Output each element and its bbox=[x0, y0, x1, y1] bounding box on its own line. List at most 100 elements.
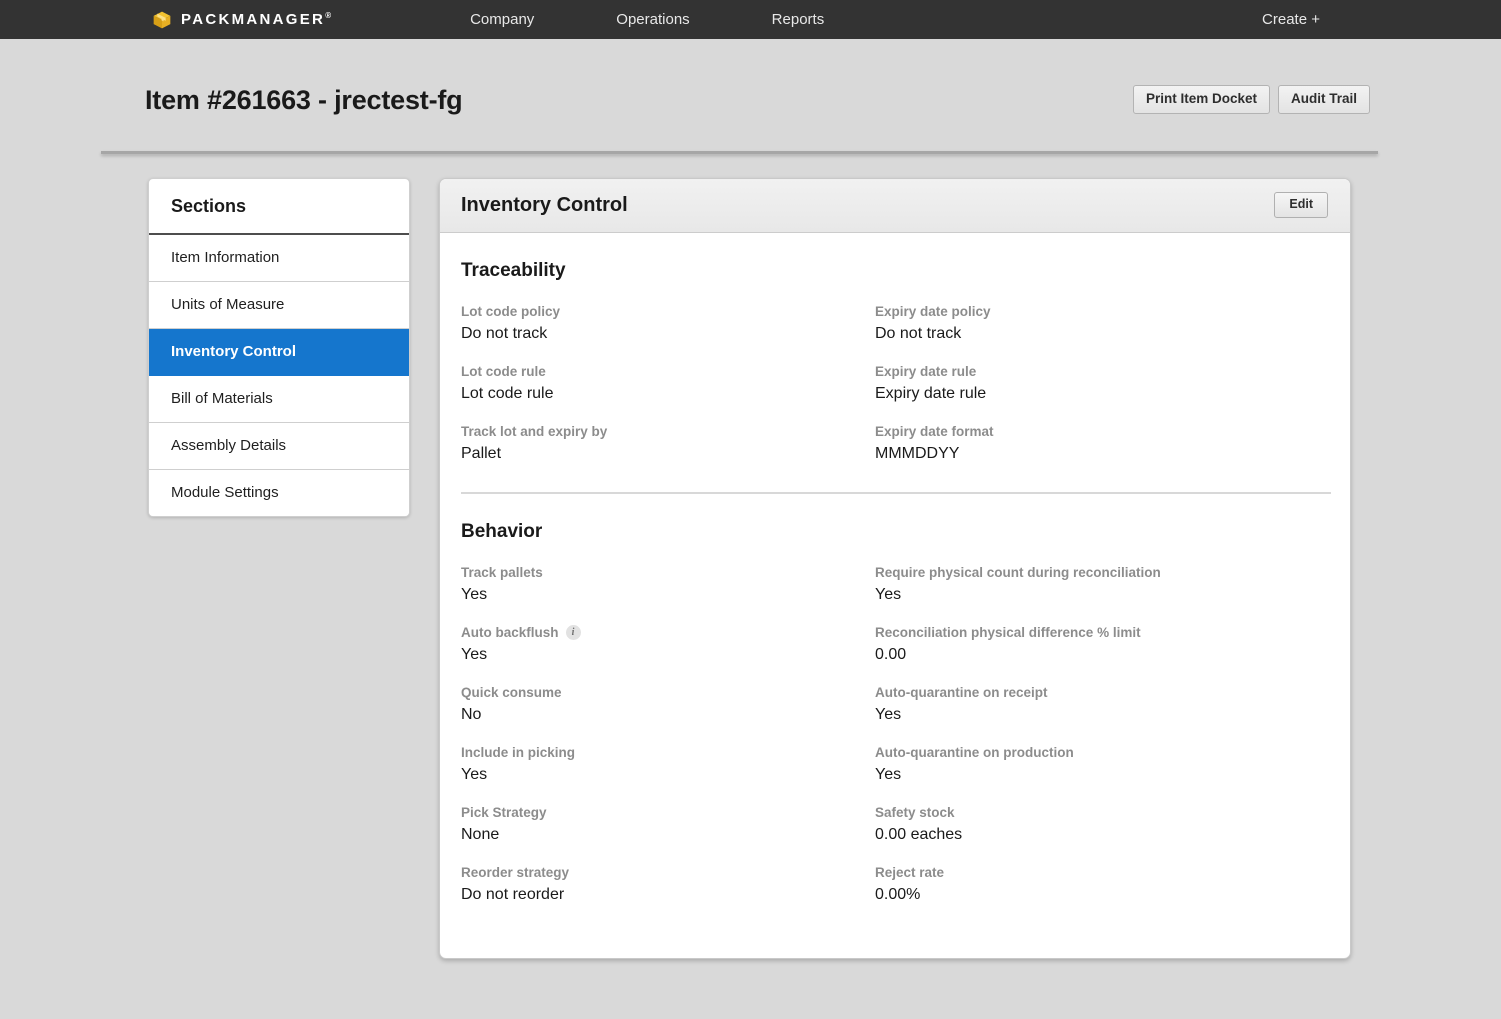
brand-trademark: ® bbox=[325, 11, 332, 20]
field-auto-quarantine-on-production: Auto-quarantine on production Yes bbox=[875, 745, 1329, 784]
label-text: Include in picking bbox=[461, 745, 576, 760]
panel-body: Traceability Lot code policy Do not trac… bbox=[440, 233, 1350, 958]
nav-link-reports[interactable]: Reports bbox=[752, 11, 845, 28]
field-reject-rate: Reject rate 0.00% bbox=[875, 865, 1329, 904]
field-pick-strategy: Pick Strategy None bbox=[461, 805, 875, 844]
label-text: Quick consume bbox=[461, 685, 562, 700]
sidebar-item-module-settings[interactable]: Module Settings bbox=[149, 470, 409, 516]
edit-button[interactable]: Edit bbox=[1274, 192, 1328, 218]
field-label: Include in picking bbox=[461, 745, 875, 760]
field-auto-backflush: Auto backflush i Yes bbox=[461, 625, 875, 664]
group-title-behavior: Behavior bbox=[461, 521, 543, 542]
field-value: No bbox=[461, 706, 482, 723]
field-value: MMMDDYY bbox=[875, 445, 960, 462]
field-expiry-date-policy: Expiry date policy Do not track bbox=[875, 304, 1329, 343]
field-label: Track pallets bbox=[461, 565, 875, 580]
label-text: Auto-quarantine on production bbox=[875, 745, 1074, 760]
primary-nav: Company Operations Reports bbox=[450, 11, 844, 28]
field-value: Yes bbox=[875, 586, 902, 603]
brand-name: PACKMANAGER® bbox=[181, 11, 332, 28]
field-value: Yes bbox=[461, 646, 488, 663]
sidebar-item-assembly-details[interactable]: Assembly Details bbox=[149, 423, 409, 470]
field-label: Track lot and expiry by bbox=[461, 424, 875, 439]
label-text: Pick Strategy bbox=[461, 805, 547, 820]
field-label: Lot code policy bbox=[461, 304, 875, 319]
page-header-actions: Print Item Docket Audit Trail bbox=[1132, 85, 1370, 114]
field-lot-code-rule: Lot code rule Lot code rule bbox=[461, 364, 875, 403]
package-box-icon bbox=[153, 11, 171, 28]
label-text: Reorder strategy bbox=[461, 865, 570, 880]
field-reconciliation-physical-difference-limit: Reconciliation physical difference % lim… bbox=[875, 625, 1329, 664]
page-content: Sections Item Information Units of Measu… bbox=[0, 154, 1501, 959]
label-text: Expiry date format bbox=[875, 424, 994, 439]
label-text: Reject rate bbox=[875, 865, 945, 880]
label-text: Expiry date rule bbox=[875, 364, 977, 379]
traceability-fields: Lot code policy Do not track Expiry date… bbox=[461, 304, 1329, 463]
field-label: Quick consume bbox=[461, 685, 875, 700]
field-value: 0.00 eaches bbox=[875, 826, 963, 843]
create-menu-button[interactable]: Create + bbox=[1262, 11, 1320, 28]
field-value: Pallet bbox=[461, 445, 502, 462]
field-value: Yes bbox=[461, 586, 488, 603]
label-text: Track lot and expiry by bbox=[461, 424, 608, 439]
label-text: Lot code policy bbox=[461, 304, 561, 319]
field-expiry-date-rule: Expiry date rule Expiry date rule bbox=[875, 364, 1329, 403]
field-label: Lot code rule bbox=[461, 364, 875, 379]
page-header: Item #261663 - jrectest-fg Print Item Do… bbox=[0, 39, 1501, 151]
field-value: Do not track bbox=[461, 325, 548, 342]
info-icon[interactable]: i bbox=[565, 625, 581, 640]
field-quick-consume: Quick consume No bbox=[461, 685, 875, 724]
field-value: 0.00 bbox=[875, 646, 907, 663]
field-label: Require physical count during reconcilia… bbox=[875, 565, 1329, 580]
field-label: Reject rate bbox=[875, 865, 1329, 880]
print-item-docket-button[interactable]: Print Item Docket bbox=[1132, 85, 1270, 114]
field-label: Expiry date rule bbox=[875, 364, 1329, 379]
field-value: Lot code rule bbox=[461, 385, 554, 402]
field-value: None bbox=[461, 826, 500, 843]
field-label: Expiry date policy bbox=[875, 304, 1329, 319]
nav-link-operations[interactable]: Operations bbox=[596, 11, 709, 28]
label-text: Auto-quarantine on receipt bbox=[875, 685, 1048, 700]
panel-title: Inventory Control bbox=[461, 194, 628, 216]
field-require-physical-count-during-reconciliation: Require physical count during reconcilia… bbox=[875, 565, 1329, 604]
label-text: Expiry date policy bbox=[875, 304, 991, 319]
inventory-control-panel: Inventory Control Edit Traceability Lot … bbox=[439, 178, 1351, 959]
field-expiry-date-format: Expiry date format MMMDDYY bbox=[875, 424, 1329, 463]
sidebar-item-bill-of-materials[interactable]: Bill of Materials bbox=[149, 376, 409, 423]
audit-trail-button[interactable]: Audit Trail bbox=[1277, 85, 1370, 114]
sidebar-item-units-of-measure[interactable]: Units of Measure bbox=[149, 282, 409, 329]
field-label: Reconciliation physical difference % lim… bbox=[875, 625, 1329, 640]
nav-link-company[interactable]: Company bbox=[450, 11, 554, 28]
sections-heading: Sections bbox=[149, 179, 409, 235]
field-include-in-picking: Include in picking Yes bbox=[461, 745, 875, 784]
field-value: Expiry date rule bbox=[875, 385, 987, 402]
sidebar-item-item-information[interactable]: Item Information bbox=[149, 235, 409, 282]
brand-logo[interactable]: PACKMANAGER® bbox=[152, 10, 331, 30]
top-navbar: PACKMANAGER® Company Operations Reports … bbox=[0, 0, 1501, 39]
field-auto-quarantine-on-receipt: Auto-quarantine on receipt Yes bbox=[875, 685, 1329, 724]
field-value: Yes bbox=[875, 766, 902, 783]
panel-header: Inventory Control Edit bbox=[440, 179, 1350, 233]
sidebar-item-inventory-control[interactable]: Inventory Control bbox=[149, 329, 409, 376]
field-label: Auto-quarantine on production bbox=[875, 745, 1329, 760]
behavior-fields: Track pallets Yes Require physical count… bbox=[461, 565, 1329, 904]
field-label: Auto-quarantine on receipt bbox=[875, 685, 1329, 700]
label-text: Track pallets bbox=[461, 565, 543, 580]
field-track-pallets: Track pallets Yes bbox=[461, 565, 875, 604]
field-reorder-strategy: Reorder strategy Do not reorder bbox=[461, 865, 875, 904]
sections-sidebar: Sections Item Information Units of Measu… bbox=[148, 178, 410, 517]
field-safety-stock: Safety stock 0.00 eaches bbox=[875, 805, 1329, 844]
label-text: Lot code rule bbox=[461, 364, 546, 379]
label-text: Require physical count during reconcilia… bbox=[875, 565, 1161, 580]
field-track-lot-and-expiry-by: Track lot and expiry by Pallet bbox=[461, 424, 875, 463]
field-label: Safety stock bbox=[875, 805, 1329, 820]
group-title-traceability: Traceability bbox=[461, 260, 566, 281]
label-text: Auto backflush bbox=[461, 625, 559, 640]
field-label: Reorder strategy bbox=[461, 865, 875, 880]
field-value: Do not track bbox=[875, 325, 962, 342]
field-value: 0.00% bbox=[875, 886, 921, 903]
field-label: Pick Strategy bbox=[461, 805, 875, 820]
label-text: Reconciliation physical difference % lim… bbox=[875, 625, 1141, 640]
page-title: Item #261663 - jrectest-fg bbox=[145, 85, 463, 115]
field-label: Auto backflush i bbox=[461, 625, 875, 640]
